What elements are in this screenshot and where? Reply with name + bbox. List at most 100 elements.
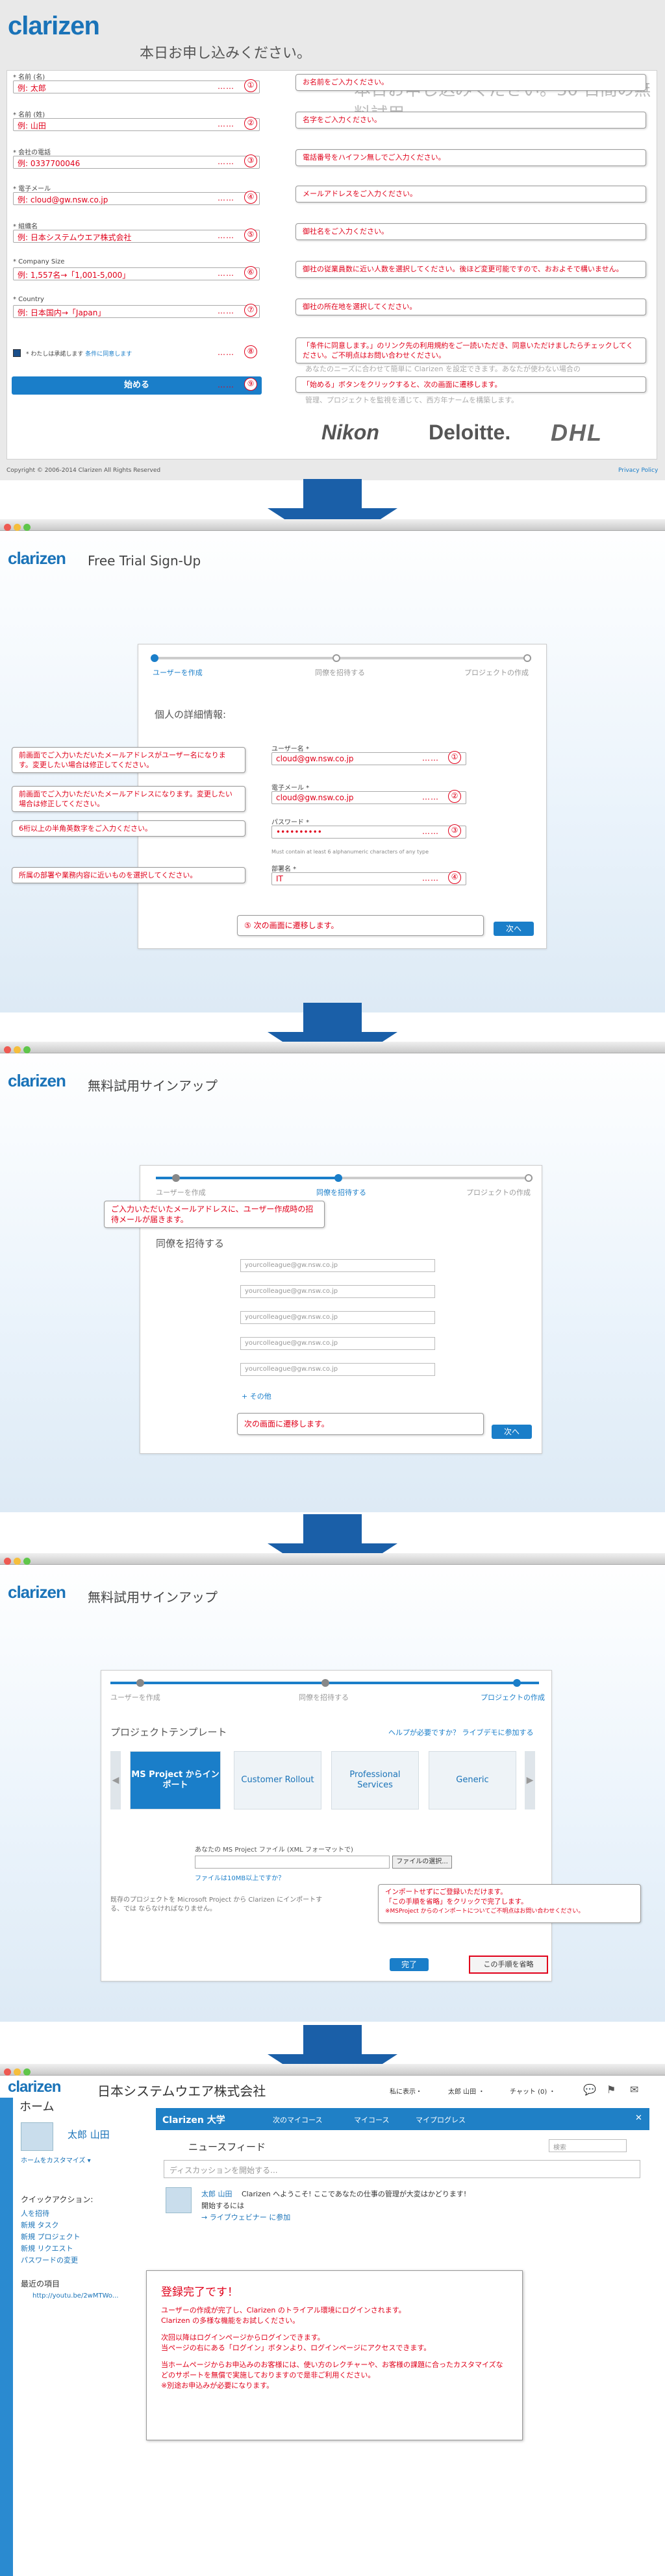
template-tile-professional-services[interactable]: Professional Services — [331, 1751, 419, 1809]
annotation-note: 前画面でご入力いただいたメールアドレスになります。変更したい場合は修正してくださ… — [12, 786, 245, 812]
template-tile-generic[interactable]: Generic — [429, 1751, 516, 1809]
annotation-invite: ご入力いただいたメールアドレスに、ユーザー作成時の招待メールが届きます。 — [104, 1201, 325, 1228]
step-label: プロジェクトの作成 — [466, 1188, 531, 1197]
field-label: ユーザー名 * — [271, 746, 309, 753]
annotation-note: メールアドレスをご入力ください。 — [295, 186, 646, 202]
signup-form-section: clarizen 本日お申し込みください。 本日お申し込みください。30 日間の… — [0, 0, 665, 480]
invite-input[interactable]: yourcolleague@gw.nsw.co.jp — [240, 1363, 435, 1376]
progress-dot — [151, 654, 158, 662]
post-link[interactable]: → ライブウェビナー に参加 — [201, 2212, 290, 2222]
progress-dot — [334, 1174, 342, 1182]
univ-tab[interactable]: マイコース — [354, 2115, 389, 2125]
post-avatar — [166, 2187, 192, 2213]
dots: …… — [218, 231, 234, 240]
annotation-start: 「始める」ボタンをクリックすると、次の画面に遷移します。 — [295, 376, 646, 393]
template-tile-customer-rollout[interactable]: Customer Rollout — [234, 1751, 321, 1809]
dots: …… — [218, 157, 234, 166]
recent-item[interactable]: http://youtu.be/2wMTWo... — [32, 2292, 118, 2300]
clarizen-logo: clarizen — [8, 1071, 66, 1090]
agree-checkbox[interactable] — [13, 349, 21, 357]
help-text[interactable]: ヘルプが必要ですか？ ライブデモに参加する — [388, 1727, 534, 1737]
side-tab[interactable] — [0, 2098, 13, 2576]
step-label: ユーザーを作成 — [110, 1693, 160, 1702]
privacy-link[interactable]: Privacy Policy — [618, 467, 658, 474]
annotation-number: ⑨ — [244, 378, 257, 391]
annotation-next: 次の画面に遷移します。 — [237, 1413, 484, 1435]
page-title: 無料試用サインアップ — [88, 1078, 218, 1094]
annotation-skip: インポートせずにご登録いただけます。 「この手順を省略」をクリックで完了します。… — [378, 1884, 641, 1923]
discussion-input[interactable]: ディスカッションを開始する... — [164, 2160, 640, 2178]
file-size-link[interactable]: ファイルは10MB以上ですか？ — [195, 1872, 284, 1882]
dots: …… — [218, 348, 234, 357]
annotation-note: お名前をご入力ください。 — [295, 74, 646, 91]
invite-input[interactable]: yourcolleague@gw.nsw.co.jp — [240, 1311, 435, 1324]
mail-icon[interactable]: ✉ — [630, 2083, 638, 2096]
top-menu-view[interactable]: 私に表示・ — [390, 2086, 422, 2096]
quick-action-item[interactable]: 新規 プロジェクト — [21, 2231, 81, 2242]
invite-section: clarizen 無料試用サインアップ ユーザーを作成 同僚を招待する プロジェ… — [0, 1042, 665, 1512]
completion-title: 登録完了です！ — [161, 2286, 238, 2299]
progress-dot — [525, 1174, 533, 1182]
field-label: * 電子メール — [13, 186, 51, 193]
page-title: 無料試用サインアップ — [88, 1589, 218, 1605]
invite-input[interactable]: yourcolleague@gw.nsw.co.jp — [240, 1285, 435, 1298]
scroll-right-button[interactable]: ▶ — [525, 1751, 535, 1809]
dots: …… — [422, 792, 439, 802]
template-tile-msproject[interactable]: MS Project からインポート — [130, 1751, 221, 1809]
step-label: ユーザーを作成 — [153, 669, 203, 677]
quick-action-item[interactable]: 新規 タスク — [21, 2220, 59, 2230]
section-heading: 個人の詳細情報: — [155, 709, 227, 720]
invite-input[interactable]: yourcolleague@gw.nsw.co.jp — [240, 1259, 435, 1272]
top-menu-user[interactable]: 太郎 山田 ・ — [448, 2086, 484, 2096]
trial-signup-section: clarizen Free Trial Sign-Up ユーザーを作成 同僚を招… — [0, 519, 665, 1012]
field-label: 部署名 * — [271, 866, 297, 873]
field-label: * 名前 (姓) — [13, 112, 45, 119]
more-link[interactable]: + その他 — [242, 1391, 271, 1401]
feed-search[interactable]: 検索 — [549, 2139, 627, 2152]
post-text: Clarizen へようこそ! ここであなたの仕事の管理が大変はかどります! — [242, 2190, 467, 2198]
dots: …… — [218, 269, 234, 278]
chat-icon[interactable]: 💬 — [583, 2083, 596, 2096]
univ-tab[interactable]: 次のマイコース — [273, 2115, 322, 2125]
skip-button[interactable]: この手順を省略 — [469, 1956, 548, 1974]
annotation-number: ④ — [448, 871, 461, 884]
close-icon[interactable]: ✕ — [635, 2113, 642, 2123]
file-choose-button[interactable]: ファイルの選択... — [392, 1856, 452, 1869]
browser-chrome — [0, 519, 665, 531]
clarizen-logo: clarizen — [8, 548, 66, 568]
password-hint: Must contain at least 6 alphanumeric cha… — [271, 849, 429, 855]
progress-dot — [513, 1679, 521, 1687]
invite-input[interactable]: yourcolleague@gw.nsw.co.jp — [240, 1337, 435, 1350]
step-label: 同僚を招待する — [315, 669, 365, 677]
annotation-note: 御社の所在地を選択してください。 — [295, 299, 646, 315]
annotation-agree: 「条件に同意します。」のリンク先の利用規約をご一読いただき、同意いただけましたら… — [295, 337, 646, 363]
agree-label: * わたしは承諾します 条件に同意します — [26, 351, 132, 358]
annotation-number: ⑤ — [244, 228, 257, 241]
univ-tab[interactable]: マイプログレス — [416, 2115, 466, 2125]
user-name[interactable]: 太郎 山田 — [68, 2128, 110, 2141]
scroll-left-button[interactable]: ◀ — [110, 1751, 121, 1809]
annotation-note: 電話番号をハイフン無しでご入力ください。 — [295, 149, 646, 166]
next-button[interactable]: 次へ — [492, 1425, 532, 1439]
customize-link[interactable]: ホームをカスタマイズ ▾ — [21, 2155, 91, 2165]
file-path-input[interactable] — [195, 1856, 390, 1869]
progress-dot — [523, 654, 531, 662]
university-title: Clarizen 大学 — [162, 2115, 225, 2126]
next-button[interactable]: 次へ — [494, 922, 534, 936]
terms-link[interactable]: 条件に同意します — [85, 351, 132, 358]
university-bar — [156, 2108, 649, 2130]
browser-chrome — [0, 2064, 665, 2076]
dots: …… — [218, 380, 234, 389]
bg-text: あなたのニーズに合わせて簡単に Clarizen を設定できます。あなたが使わな… — [305, 365, 581, 373]
done-button[interactable]: 完了 — [390, 1958, 429, 1971]
project-template-section: clarizen 無料試用サインアップ ユーザーを作成 同僚を招待する プロジェ… — [0, 1553, 665, 2022]
top-menu-chat[interactable]: チャット (0) ・ — [510, 2086, 555, 2096]
quick-action-item[interactable]: パスワードの変更 — [21, 2255, 78, 2265]
quick-action-item[interactable]: 人を招待 — [21, 2208, 49, 2218]
post-author[interactable]: 太郎 山田 — [201, 2189, 232, 2199]
field-label: * Country — [13, 296, 44, 303]
flag-icon[interactable]: ⚑ — [607, 2083, 616, 2096]
browser-chrome — [0, 1042, 665, 1053]
field-label: * 組織名 — [13, 223, 38, 230]
quick-action-item[interactable]: 新規 リクエスト — [21, 2243, 73, 2253]
